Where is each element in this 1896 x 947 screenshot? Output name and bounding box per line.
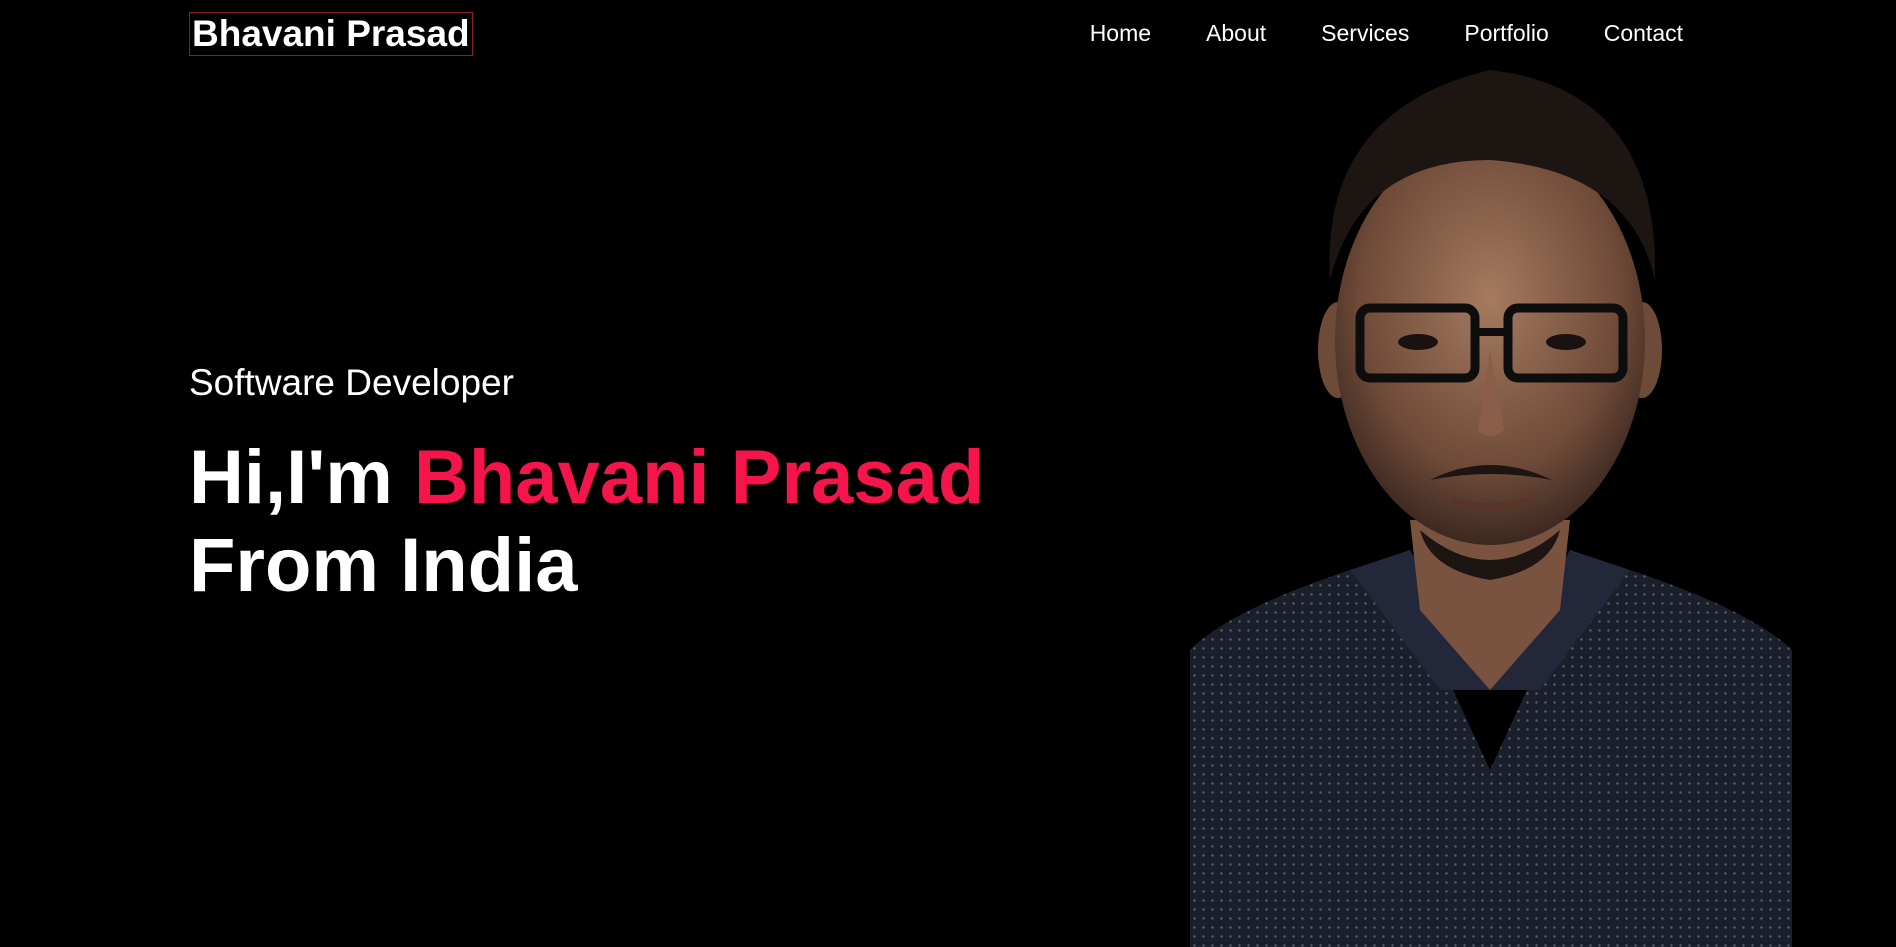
hero-subtitle: Software Developer bbox=[189, 362, 514, 403]
hero-name: Bhavani Prasad bbox=[414, 435, 985, 520]
profile-photo bbox=[1190, 50, 1792, 947]
nav-portfolio[interactable]: Portfolio bbox=[1464, 18, 1548, 48]
nav-about[interactable]: About bbox=[1206, 18, 1266, 48]
hero-headline: Hi,I'm Bhavani Prasad From India bbox=[189, 434, 984, 610]
main-nav: Home About Services Portfolio Contact bbox=[1090, 18, 1683, 48]
nav-contact[interactable]: Contact bbox=[1604, 18, 1683, 48]
hero-greeting: Hi,I'm bbox=[189, 435, 414, 520]
nav-home[interactable]: Home bbox=[1090, 18, 1151, 48]
hero-origin: From India bbox=[189, 523, 578, 608]
nav-services[interactable]: Services bbox=[1321, 18, 1409, 48]
site-logo[interactable]: Bhavani Prasad bbox=[189, 12, 473, 56]
